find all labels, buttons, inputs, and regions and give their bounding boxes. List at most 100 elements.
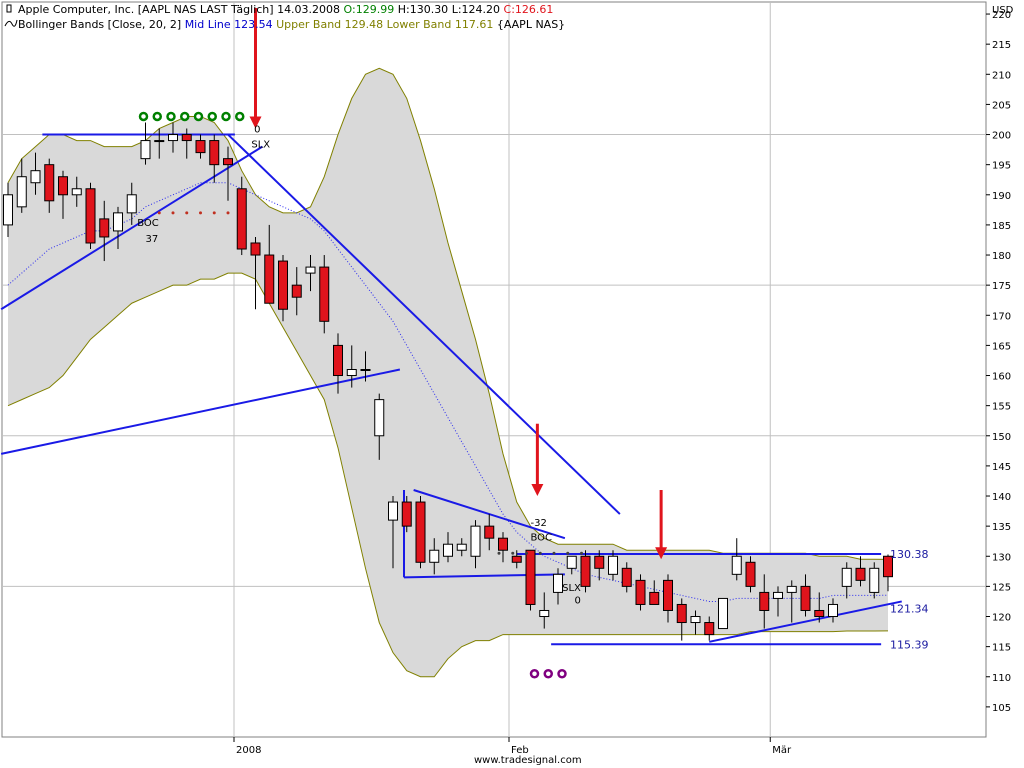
candle-body [841,567,852,587]
candle-body [608,555,618,575]
candle-body [443,543,453,557]
y-tick-label: 180 [992,251,1011,262]
signal-dot-dark [566,551,570,555]
y-tick-label: 110 [992,673,1011,684]
signal-circle-green [138,111,149,122]
candle-body [621,567,632,587]
candle-body [58,176,68,196]
candle-body [649,591,660,605]
candle-body [484,525,495,539]
candle-body [855,567,866,581]
candle-body [498,537,508,551]
candle-legend-icon [6,4,12,13]
signal-circle-purple [543,668,553,679]
candle-body [16,176,27,208]
signal-circle-green [193,111,204,122]
candle-body [99,218,110,238]
signal-dot-dark [511,551,515,555]
candle-body [250,242,261,256]
indicator-legend: Bollinger Bands [Close, 20, 2] Mid Line … [18,18,565,31]
candle-body [388,501,398,521]
y-tick-label: 160 [992,372,1011,383]
y-tick-label: 200 [992,131,1011,142]
signal-dot-red [171,211,175,215]
candle-body [154,140,165,143]
y-tick-label: 135 [992,522,1011,533]
candle-body [168,134,178,142]
candle-body [594,555,605,569]
candle-body [580,555,591,587]
chart-title: Apple Computer, Inc. [AAPL NAS LAST Tägl… [18,3,553,16]
candle-body [113,212,123,232]
annotation-boc-feb: BOC [531,532,553,543]
y-tick-label: 195 [992,161,1011,172]
y-tick-label: 170 [992,311,1011,322]
candle-body [44,164,55,202]
candle-body [346,369,357,377]
candle-body [278,260,288,310]
annotation-boc-feb-value: -32 [531,518,547,529]
x-tick-label: 2008 [236,745,261,756]
signal-dot-red [212,211,216,215]
level-label: 115.39 [890,638,929,651]
candle-body [236,188,247,250]
signal-circle-green [180,111,190,122]
candle-body [181,134,192,142]
annotation-slx-feb-value: 0 [575,596,581,607]
candle-body [429,549,440,563]
candle-body [759,591,770,611]
candle-body [786,585,797,593]
y-tick-label: 175 [992,281,1011,292]
candle-body [223,158,233,166]
annotation-slx-value: 0 [254,125,260,136]
signal-circle-green [207,111,217,122]
candle-body [3,194,13,226]
candle-body [85,188,96,244]
candle-body [291,284,302,298]
y-tick-label: 125 [992,582,1011,593]
candle-body [690,616,701,624]
y-tick-label: 190 [992,191,1011,202]
candle-body [71,188,82,196]
y-tick-label: 165 [992,341,1011,352]
candle-body [264,254,275,304]
y-axis-unit: USD [992,5,1014,16]
signal-dot-dark [580,551,583,555]
candle-body [745,561,756,587]
signal-circle-purple [557,668,567,679]
signal-circle-green [152,111,162,122]
candle-body [140,140,151,160]
signal-dot-red [226,211,230,215]
candle-body [718,597,728,630]
candle-body [704,622,715,636]
signal-circle-purple [529,668,540,679]
x-tick-label: Mär [772,745,792,756]
y-tick-label: 105 [992,703,1011,714]
candle-body [511,555,522,563]
signal-dot-dark [552,551,556,555]
candle-body [828,603,838,618]
candle-body [676,603,687,624]
candle-body [731,555,742,575]
y-tick-label: 115 [992,643,1011,654]
candle-body [305,266,316,274]
candle-body [869,567,880,593]
candle-body [30,170,41,184]
signal-dot-red [157,211,161,215]
candle-body [635,579,646,605]
candle-body [415,501,426,563]
y-tick-label: 130 [992,552,1011,563]
candle-body [663,579,673,611]
y-tick-label: 215 [992,40,1011,51]
candle-body [566,555,577,569]
watermark: www.tradesignal.com [474,755,582,766]
candle-body [209,140,220,166]
y-tick-label: 205 [992,100,1011,111]
signal-dot-red [199,211,202,215]
y-tick-label: 140 [992,492,1011,503]
y-tick-label: 185 [992,221,1011,232]
y-tick-label: 155 [992,402,1011,413]
annotation-boc: BOC [137,218,159,229]
signal-circle-green [221,111,231,122]
candle-body [360,369,371,371]
